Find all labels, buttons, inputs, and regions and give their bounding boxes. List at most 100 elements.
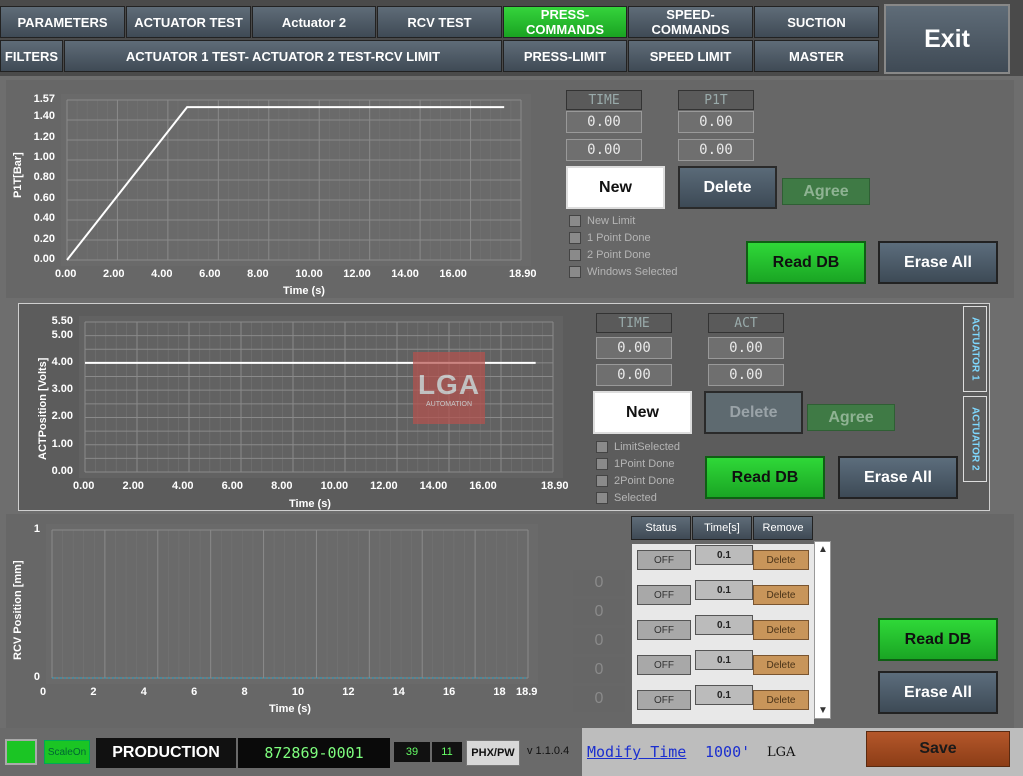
status-off-button[interactable]: OFF xyxy=(637,550,691,570)
count-1: 39 xyxy=(394,742,430,762)
selected-checkbox[interactable]: Selected xyxy=(596,492,657,504)
pressure-x-tick: 10.00 xyxy=(295,268,323,280)
status-off-button[interactable]: OFF xyxy=(637,585,691,605)
actuator-new-button[interactable]: New xyxy=(593,391,692,434)
tab-speed-limit[interactable]: SPEED LIMIT xyxy=(628,40,753,72)
tab-actuator-2[interactable]: Actuator 2 xyxy=(252,6,376,38)
tab-filters[interactable]: FILTERS xyxy=(0,40,63,72)
delete-row-button[interactable]: Delete xyxy=(753,585,809,605)
status-off-button[interactable]: OFF xyxy=(637,620,691,640)
tab-parameters[interactable]: PARAMETERS xyxy=(0,6,125,38)
tab-actuator-test[interactable]: ACTUATOR TEST xyxy=(126,6,251,38)
actuator-agree-button[interactable]: Agree xyxy=(807,404,895,431)
save-button[interactable]: Save xyxy=(866,731,1010,767)
one-point-done-checkbox[interactable]: 1 Point Done xyxy=(569,232,651,244)
checkbox-label: Windows Selected xyxy=(587,266,678,278)
actuator-act-value-2[interactable]: 0.00 xyxy=(708,364,784,386)
actuator-plot xyxy=(79,316,563,478)
count-2: 11 xyxy=(432,742,462,762)
actuator-panel: LGA AUTOMATION 5.50 5.00 4.00 3.00 2.00 1.00 0… xyxy=(18,303,990,511)
actuator-act-value-1[interactable]: 0.00 xyxy=(708,337,784,359)
tab-speed-commands[interactable]: SPEED-COMMANDS xyxy=(628,6,753,38)
tab-press-commands[interactable]: PRESS-COMMANDS xyxy=(503,6,627,38)
tab-actuator-2-side[interactable]: ACTUATOR 2 xyxy=(963,396,987,482)
model-button[interactable]: PHX/PW xyxy=(466,740,520,766)
checkbox-box[interactable] xyxy=(596,458,608,470)
two-point-done-checkbox[interactable]: 2 Point Done xyxy=(569,249,651,261)
pressure-p1t-value-1[interactable]: 0.00 xyxy=(678,111,754,133)
rcv-read-db-button[interactable]: Read DB xyxy=(878,618,998,661)
new-limit-checkbox[interactable]: New Limit xyxy=(569,215,635,227)
tab-actuator-1[interactable]: ACTUATOR 1 xyxy=(963,306,987,392)
scroll-up-icon[interactable]: ▲ xyxy=(818,544,828,555)
actuator-time-value-1[interactable]: 0.00 xyxy=(596,337,672,359)
pressure-y-label: P1T[Bar] xyxy=(12,152,24,198)
rcv-x-tick: 0 xyxy=(40,686,47,698)
modify-time-link[interactable]: Modify Time xyxy=(587,743,686,761)
actuator-read-db-button[interactable]: Read DB xyxy=(705,456,825,499)
actuator-chart xyxy=(84,321,554,473)
checkbox-box[interactable] xyxy=(596,441,608,453)
chart-grid xyxy=(51,529,529,679)
actuator-erase-all-button[interactable]: Erase All xyxy=(838,456,958,499)
tab-rcv-test[interactable]: RCV TEST xyxy=(377,6,502,38)
exit-button[interactable]: Exit xyxy=(884,4,1010,74)
checkbox-label: 2Point Done xyxy=(614,475,675,487)
windows-selected-checkbox[interactable]: Windows Selected xyxy=(569,266,678,278)
checkbox-box[interactable] xyxy=(569,215,581,227)
time-cell[interactable]: 0.1 xyxy=(695,685,753,705)
production-mode: PRODUCTION xyxy=(96,738,236,768)
pressure-new-button[interactable]: New xyxy=(566,166,665,209)
pressure-delete-button[interactable]: Delete xyxy=(678,166,777,209)
actuator-time-value-2[interactable]: 0.00 xyxy=(596,364,672,386)
tab-press-limit[interactable]: PRESS-LIMIT xyxy=(503,40,627,72)
time-cell[interactable]: 0.1 xyxy=(695,545,753,565)
delete-row-button[interactable]: Delete xyxy=(753,690,809,710)
checkbox-label: New Limit xyxy=(587,215,636,227)
scroll-down-icon[interactable]: ▼ xyxy=(818,705,828,716)
rcv-x-tick: 10 xyxy=(291,686,305,698)
pressure-agree-button[interactable]: Agree xyxy=(782,178,870,205)
pressure-read-db-button[interactable]: Read DB xyxy=(746,241,866,284)
pressure-y-tick: 1.57 xyxy=(33,93,55,105)
row-index: 0 xyxy=(573,599,625,625)
actuator-delete-button[interactable]: Delete xyxy=(704,391,803,434)
status-off-button[interactable]: OFF xyxy=(637,690,691,710)
pressure-y-tick: 0.60 xyxy=(33,191,55,204)
pressure-time-value-2[interactable]: 0.00 xyxy=(566,139,642,161)
pressure-chart xyxy=(66,99,522,261)
checkbox-box[interactable] xyxy=(569,232,581,244)
table-header-remove: Remove xyxy=(753,516,813,540)
pressure-p1t-value-2[interactable]: 0.00 xyxy=(678,139,754,161)
tab-master[interactable]: MASTER xyxy=(754,40,879,72)
pressure-erase-all-button[interactable]: Erase All xyxy=(878,241,998,284)
checkbox-box[interactable] xyxy=(569,249,581,261)
table-header-time: Time[s] xyxy=(692,516,752,540)
scale-on-button[interactable]: ScaleOn xyxy=(44,740,90,764)
actuator-x-tick: 8.00 xyxy=(271,480,293,492)
delete-row-button[interactable]: Delete xyxy=(753,655,809,675)
table-scrollbar[interactable]: ▲ ▼ xyxy=(814,541,831,719)
time-cell[interactable]: 0.1 xyxy=(695,615,753,635)
rcv-x-tick: 8 xyxy=(241,686,248,698)
actuator-x-label: Time (s) xyxy=(289,498,331,510)
checkbox-box[interactable] xyxy=(596,492,608,504)
pressure-time-value-1[interactable]: 0.00 xyxy=(566,111,642,133)
pressure-x-tick: 6.00 xyxy=(199,268,221,280)
rcv-erase-all-button[interactable]: Erase All xyxy=(878,671,998,714)
delete-row-button[interactable]: Delete xyxy=(753,620,809,640)
serial-number: 872869-0001 xyxy=(238,738,390,768)
two-point-done-checkbox-2[interactable]: 2Point Done xyxy=(596,475,675,487)
checkbox-box[interactable] xyxy=(596,475,608,487)
status-off-button[interactable]: OFF xyxy=(637,655,691,675)
time-cell[interactable]: 0.1 xyxy=(695,650,753,670)
limit-selected-checkbox[interactable]: LimitSelected xyxy=(596,441,680,453)
time-cell[interactable]: 0.1 xyxy=(695,580,753,600)
pressure-time-header: TIME xyxy=(566,90,642,110)
delete-row-button[interactable]: Delete xyxy=(753,550,809,570)
one-point-done-checkbox-2[interactable]: 1Point Done xyxy=(596,458,675,470)
tab-actuator-rcv-limit[interactable]: ACTUATOR 1 TEST- ACTUATOR 2 TEST-RCV LIM… xyxy=(64,40,502,72)
checkbox-box[interactable] xyxy=(569,266,581,278)
modify-time-value: 1000' xyxy=(705,743,751,761)
tab-suction[interactable]: SUCTION xyxy=(754,6,879,38)
